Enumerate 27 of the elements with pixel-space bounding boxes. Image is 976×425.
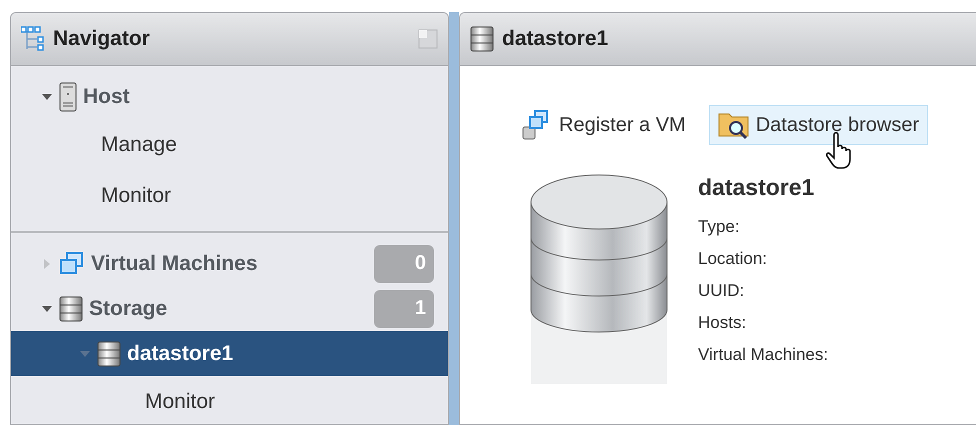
selected-tree-row[interactable]: datastore1	[11, 331, 448, 376]
panel-title: datastore1	[502, 27, 610, 51]
tree-item[interactable]: Manage	[101, 132, 434, 156]
database-icon	[59, 296, 83, 322]
server-icon	[59, 82, 77, 112]
tree-item[interactable]: Virtual Machines	[91, 252, 368, 276]
property-label: Virtual Machines:	[698, 345, 828, 365]
tree-item[interactable]: Storage	[89, 296, 368, 320]
database-icon	[470, 26, 494, 52]
tree-item[interactable]: Monitor	[145, 390, 434, 414]
virtual-machines-icon	[59, 250, 85, 276]
datastore-name: datastore1	[698, 174, 816, 201]
tree-item[interactable]: Monitor	[101, 184, 434, 208]
property-label: Location:	[698, 249, 768, 269]
toolbar-button[interactable]: Register a VM	[512, 104, 695, 146]
property-label: Type:	[698, 217, 741, 237]
tree-item[interactable]: Host	[83, 84, 434, 108]
property-label: Hosts:	[698, 313, 748, 333]
count-badge: 0	[374, 244, 434, 282]
database-icon	[97, 340, 121, 366]
splitter[interactable]	[449, 12, 459, 425]
property-label: UUID:	[698, 281, 746, 301]
count-badge: 1	[374, 290, 434, 328]
panel-title: Navigator	[53, 27, 151, 51]
tree-item[interactable]: datastore1	[127, 342, 434, 366]
maximize-icon[interactable]	[418, 29, 438, 49]
tree-icon	[21, 25, 45, 53]
